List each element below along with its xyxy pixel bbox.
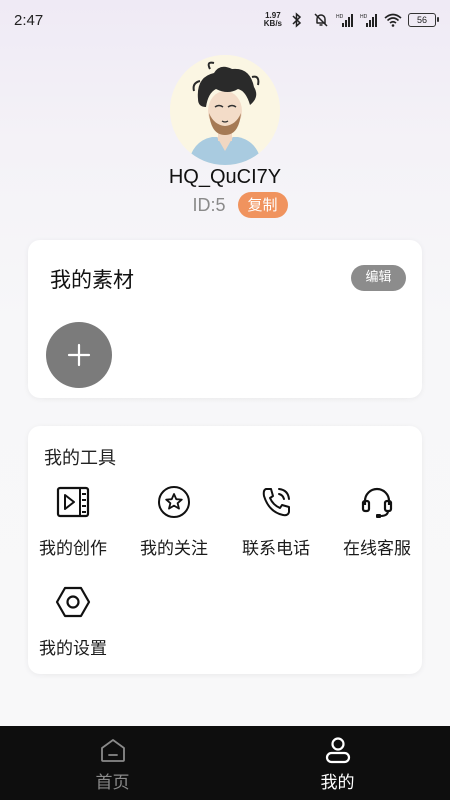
tool-my-creation[interactable]: 我的创作	[23, 484, 123, 559]
battery-icon: 56	[408, 13, 439, 27]
video-play-icon	[55, 484, 91, 520]
user-id: ID:5	[192, 194, 226, 215]
tool-label: 在线客服	[343, 539, 411, 559]
username: HQ_QuCI7Y	[168, 166, 282, 188]
svg-text:HD: HD	[360, 14, 368, 20]
tool-my-follow[interactable]: 我的关注	[124, 484, 224, 559]
status-time: 2:47	[14, 11, 44, 29]
nav-home[interactable]: 首页	[0, 726, 225, 800]
svg-text:HD: HD	[336, 14, 344, 20]
hd-signal-icon: HD	[360, 12, 378, 28]
headset-icon	[359, 484, 395, 520]
avatar[interactable]	[170, 55, 280, 165]
tools-title: 我的工具	[44, 448, 116, 469]
phone-icon	[258, 484, 294, 520]
copy-button[interactable]: 复制	[237, 192, 288, 218]
tool-online-service[interactable]: 在线客服	[327, 484, 427, 559]
add-material-button[interactable]	[46, 322, 112, 388]
tool-my-settings[interactable]: 我的设置	[23, 584, 123, 659]
hexagon-settings-icon	[55, 584, 91, 620]
bluetooth-icon	[288, 12, 306, 28]
tool-contact-phone[interactable]: 联系电话	[226, 484, 326, 559]
home-icon	[99, 736, 127, 764]
bottom-nav: 首页 我的	[0, 726, 450, 800]
nav-mine-label: 我的	[320, 773, 355, 793]
id-row: ID:5 复制	[0, 192, 450, 218]
hd-signal-icon: HD	[336, 12, 354, 28]
materials-card: 我的素材 编辑	[28, 240, 422, 398]
tools-card: 我的工具 我的创作 我的关注 联系电话 在线客服 我的设置	[28, 426, 422, 674]
tool-label: 联系电话	[242, 539, 310, 559]
status-icons: 1.97 KB/s HD HD 56	[264, 12, 439, 28]
nav-home-label: 首页	[95, 773, 130, 793]
tool-label: 我的设置	[39, 639, 107, 659]
star-circle-icon	[156, 484, 192, 520]
edit-button[interactable]: 编辑	[351, 265, 406, 291]
plus-icon	[67, 343, 91, 367]
mute-bell-icon	[312, 12, 330, 28]
tool-label: 我的创作	[39, 539, 107, 559]
avatar-illustration	[170, 55, 280, 165]
nav-mine[interactable]: 我的	[225, 726, 450, 800]
status-bar: 2:47 1.97 KB/s HD HD 56	[0, 0, 450, 40]
user-icon	[324, 736, 352, 764]
wifi-icon	[384, 12, 402, 28]
network-speed: 1.97 KB/s	[264, 12, 282, 28]
materials-title: 我的素材	[50, 268, 134, 292]
tool-label: 我的关注	[140, 539, 208, 559]
network-speed-unit: KB/s	[263, 19, 282, 28]
